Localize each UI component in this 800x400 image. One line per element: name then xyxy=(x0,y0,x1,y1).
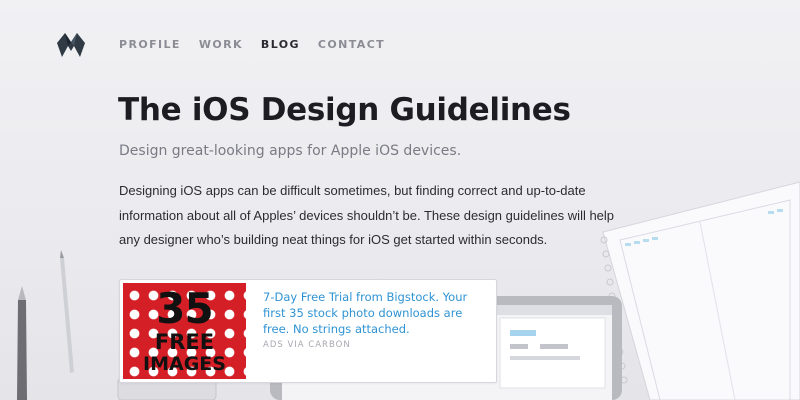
intro-paragraph: Designing iOS apps can be difficult some… xyxy=(119,183,615,247)
m-monogram-icon[interactable] xyxy=(57,33,85,57)
pencil-illustration xyxy=(17,286,27,400)
nav-item-work[interactable]: WORK xyxy=(199,38,243,51)
page-subtitle: Design great-looking apps for Apple iOS … xyxy=(119,143,462,159)
carbon-ad: 35 FREE IMAGES 7-Day Free Trial from Big… xyxy=(119,279,497,383)
nav-item-profile[interactable]: PROFILE xyxy=(119,38,181,51)
pen-illustration xyxy=(60,250,74,373)
page-title: The iOS Design Guidelines xyxy=(118,92,571,128)
ad-image[interactable]: 35 FREE IMAGES xyxy=(123,283,246,379)
ad-image-line-images: IMAGES xyxy=(143,353,226,375)
nav-item-blog[interactable]: BLOG xyxy=(261,38,300,51)
ad-image-number: 35 xyxy=(156,284,213,333)
main-nav: PROFILE WORK BLOG CONTACT xyxy=(119,38,403,51)
notebook-illustration xyxy=(600,181,800,400)
ad-link[interactable]: 7-Day Free Trial from Bigstock. Your fir… xyxy=(263,289,488,337)
ads-via-carbon-link[interactable]: ADS VIA CARBON xyxy=(263,340,351,350)
ad-image-line-free: FREE xyxy=(154,330,215,354)
nav-item-contact[interactable]: CONTACT xyxy=(318,38,385,51)
